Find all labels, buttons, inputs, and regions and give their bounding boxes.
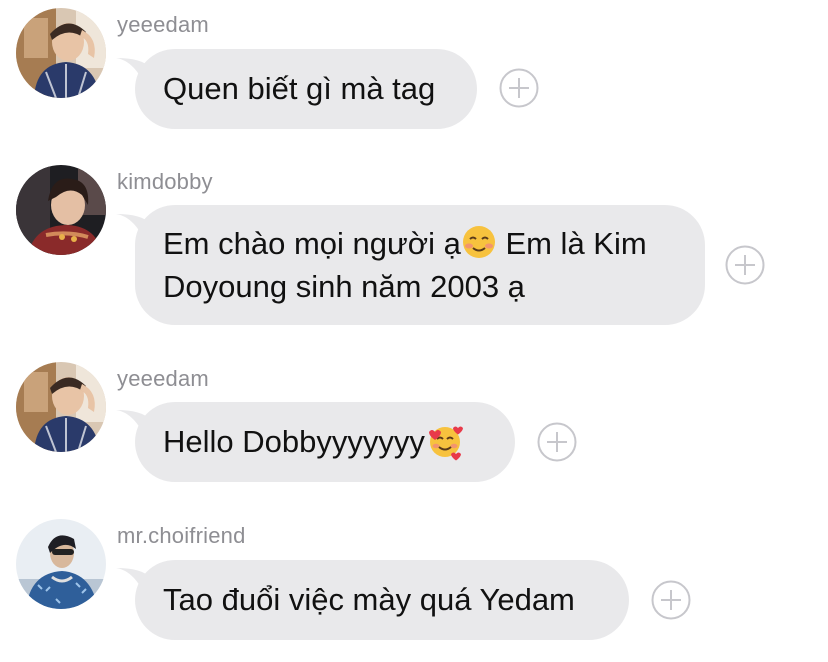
username[interactable]: kimdobby bbox=[117, 169, 213, 195]
message-bubble[interactable]: Tao đuổi việc mày quá Yedam bbox=[135, 560, 629, 640]
avatar-photo-icon bbox=[16, 362, 106, 452]
avatar-photo-icon bbox=[16, 519, 106, 609]
add-reaction-button[interactable] bbox=[499, 68, 539, 108]
username[interactable]: mr.choifriend bbox=[117, 523, 246, 549]
smiling-face-emoji bbox=[461, 224, 497, 260]
message-text: Hello Dobbyyyyyyy bbox=[163, 424, 425, 459]
message-bubble[interactable]: Hello Dobbyyyyyyy bbox=[135, 402, 515, 482]
avatar-photo-icon bbox=[16, 8, 106, 98]
plus-icon bbox=[725, 245, 765, 285]
avatar[interactable] bbox=[16, 519, 106, 609]
smiling-face-with-hearts-emoji bbox=[425, 422, 465, 462]
message-text-line: Doyoung sinh năm 2003 ạ bbox=[163, 269, 525, 304]
username[interactable]: yeeedam bbox=[117, 366, 209, 392]
add-reaction-button[interactable] bbox=[537, 422, 577, 462]
message-text-line: Em là Kim bbox=[496, 226, 647, 261]
avatar[interactable] bbox=[16, 165, 106, 255]
message-bubble[interactable]: Em chào mọi người ạ Em là Kim Doyoung si… bbox=[135, 205, 705, 325]
avatar-photo-icon bbox=[16, 165, 106, 255]
message-bubble[interactable]: Quen biết gì mà tag bbox=[135, 49, 477, 129]
avatar[interactable] bbox=[16, 362, 106, 452]
message-text: Quen biết gì mà tag bbox=[163, 71, 436, 106]
plus-icon bbox=[537, 422, 577, 462]
plus-icon bbox=[651, 580, 691, 620]
message-text-line: Em chào mọi người ạ bbox=[163, 226, 461, 261]
add-reaction-button[interactable] bbox=[725, 245, 765, 285]
message-text: Tao đuổi việc mày quá Yedam bbox=[163, 582, 575, 617]
add-reaction-button[interactable] bbox=[651, 580, 691, 620]
plus-icon bbox=[499, 68, 539, 108]
username[interactable]: yeeedam bbox=[117, 12, 209, 38]
avatar[interactable] bbox=[16, 8, 106, 98]
